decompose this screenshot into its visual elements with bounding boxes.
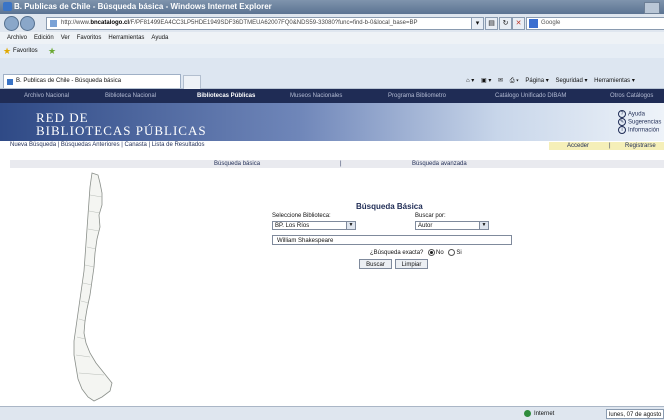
command-bar: ⌂ ▾ ▣ ▾ ✉ ⎙ ▾ Página ▾ Seguridad ▾ Herra… bbox=[466, 75, 640, 87]
query-input[interactable]: William Shakespeare bbox=[272, 235, 512, 245]
favorites-button[interactable]: Favoritos bbox=[13, 46, 38, 56]
suggestions-icon: ✎ bbox=[618, 118, 626, 126]
menu-herramientas[interactable]: Herramientas bbox=[108, 32, 144, 44]
zone-indicator: Internet bbox=[524, 410, 554, 418]
window-title: B. Publicas de Chile - Búsqueda básica -… bbox=[14, 2, 272, 11]
query-input-value: William Shakespeare bbox=[277, 238, 334, 244]
search-by-label: Buscar por: bbox=[415, 213, 446, 219]
web-page: Archivo Nacional Biblioteca Nacional Bib… bbox=[0, 89, 664, 406]
exact-search-options: ¿Búsqueda exacta? No Si bbox=[370, 249, 462, 257]
search-by-select-value: Autor bbox=[418, 223, 433, 229]
nav-biblioteca-nacional[interactable]: Biblioteca Nacional bbox=[105, 89, 156, 103]
dropdown-icon[interactable]: ▾ bbox=[471, 17, 484, 30]
stop-icon[interactable]: ✕ bbox=[512, 17, 525, 30]
chile-map-outline bbox=[73, 172, 113, 402]
browser-window: B. Publicas de Chile - Búsqueda básica -… bbox=[0, 0, 664, 420]
search-links[interactable]: Nueva Búsqueda | Búsquedas Anteriores | … bbox=[10, 141, 204, 150]
exact-yes-radio[interactable] bbox=[448, 249, 456, 256]
tab-advanced-search[interactable]: Búsqueda avanzada bbox=[412, 160, 467, 168]
search-placeholder: Google bbox=[541, 20, 561, 26]
menu-ayuda[interactable]: Ayuda bbox=[151, 32, 168, 44]
google-icon bbox=[529, 19, 538, 28]
add-favorite-icon[interactable]: ★ bbox=[48, 46, 56, 56]
tools-menu[interactable]: Herramientas ▾ bbox=[594, 78, 635, 84]
banner-line-2: BIBLIOTECAS PÚBLICAS bbox=[36, 123, 207, 138]
menu-archivo[interactable]: Archivo bbox=[7, 32, 27, 44]
minimize-button[interactable] bbox=[644, 2, 660, 14]
library-label: Seleccione Biblioteca: bbox=[272, 213, 331, 219]
title-bar: B. Publicas de Chile - Búsqueda básica -… bbox=[0, 0, 664, 14]
clear-button[interactable]: Limpiar bbox=[395, 259, 428, 269]
taskbar-date: lunes, 07 de agosto bbox=[606, 409, 664, 419]
suggestions-label: Sugerencias bbox=[628, 119, 662, 126]
tab-row: B. Publicas de Chile - Búsqueda básica ⌂… bbox=[0, 58, 664, 89]
back-arrow-icon[interactable] bbox=[4, 16, 19, 31]
exact-yes-label: Si bbox=[456, 250, 462, 257]
menu-edicion[interactable]: Edición bbox=[34, 32, 54, 44]
mail-icon[interactable]: ✉ bbox=[498, 78, 503, 84]
refresh-icon[interactable]: ↻ bbox=[499, 17, 512, 30]
search-input[interactable]: Google bbox=[526, 17, 664, 30]
info-label: Información bbox=[628, 127, 660, 134]
exact-no-label: No bbox=[436, 250, 444, 257]
login-link[interactable]: Acceder bbox=[567, 142, 589, 150]
search-button[interactable]: Buscar bbox=[359, 259, 392, 269]
menu-favoritos[interactable]: Favoritos bbox=[77, 32, 102, 44]
page-icon bbox=[50, 20, 57, 27]
chevron-down-icon: ▼ bbox=[346, 222, 355, 229]
chile-map-image bbox=[73, 172, 113, 402]
tab-busqueda-basica[interactable]: B. Publicas de Chile - Búsqueda básica bbox=[3, 74, 181, 88]
nav-bibliotecas-publicas[interactable]: Bibliotecas Públicas bbox=[197, 89, 255, 103]
address-path: /F/PF81499EA4CC3LP5HDE1949SDF36DTMEUA620… bbox=[129, 20, 418, 26]
print-icon[interactable]: ⎙ ▾ bbox=[510, 78, 519, 84]
feeds-icon[interactable]: ▣ ▾ bbox=[481, 78, 491, 84]
search-by-select[interactable]: Autor ▼ bbox=[415, 221, 489, 230]
library-select-value: BP. Los Ríos bbox=[275, 223, 310, 229]
nav-otros-catalogos[interactable]: Otros Catálogos bbox=[610, 89, 653, 103]
safety-menu[interactable]: Seguridad ▾ bbox=[555, 78, 587, 84]
nav-museos-nacionales[interactable]: Museos Nacionales bbox=[290, 89, 342, 103]
search-mode-bar: Búsqueda básica | Búsqueda avanzada bbox=[10, 160, 664, 168]
forward-arrow-icon[interactable] bbox=[20, 16, 35, 31]
tab-basic-search[interactable]: Búsqueda básica bbox=[214, 160, 260, 168]
tab-favicon bbox=[7, 79, 13, 85]
help-icon: ? bbox=[618, 110, 626, 118]
account-bar: Acceder | Registrarse bbox=[549, 142, 664, 150]
site-nav: Archivo Nacional Biblioteca Nacional Bib… bbox=[0, 89, 664, 103]
mode-separator: | bbox=[340, 161, 342, 167]
site-banner: RED DE BIBLIOTECAS PÚBLICAS ? Ayuda ✎ Suge… bbox=[0, 103, 664, 141]
tab-label: B. Publicas de Chile - Búsqueda básica bbox=[16, 78, 122, 84]
address-prefix: http://www. bbox=[61, 20, 91, 26]
page-menu[interactable]: Página ▾ bbox=[525, 78, 548, 84]
nav-catalogo-unificado[interactable]: Catálogo Unificado DIBAM bbox=[495, 89, 566, 103]
favorites-bar: ★ Favoritos ★ bbox=[0, 44, 664, 59]
register-link[interactable]: Registrarse bbox=[625, 142, 656, 150]
compatibility-icon[interactable]: ▤ bbox=[485, 17, 498, 30]
ie-icon bbox=[3, 2, 12, 11]
exact-label: ¿Búsqueda exacta? bbox=[370, 250, 424, 257]
account-separator: | bbox=[609, 143, 611, 149]
nav-programa-bibliometro[interactable]: Programa Bibliometro bbox=[388, 89, 446, 103]
menu-ver[interactable]: Ver bbox=[61, 32, 70, 44]
info-link[interactable]: i Información bbox=[618, 126, 659, 135]
chevron-down-icon: ▼ bbox=[479, 222, 488, 229]
new-tab-button[interactable] bbox=[183, 75, 201, 89]
exact-no-radio[interactable] bbox=[428, 249, 436, 256]
info-icon: i bbox=[618, 126, 626, 134]
favorites-star-icon[interactable]: ★ bbox=[3, 46, 11, 56]
globe-icon bbox=[524, 410, 531, 417]
help-label: Ayuda bbox=[628, 111, 645, 118]
address-row: http://www.bncatalogo.cl/F/PF81499EA4CC3… bbox=[0, 14, 664, 32]
address-domain: bncatalogo.cl bbox=[90, 20, 130, 26]
status-bar: Internet lunes, 07 de agosto bbox=[0, 406, 664, 420]
library-select[interactable]: BP. Los Ríos ▼ bbox=[272, 221, 356, 230]
nav-archivo-nacional[interactable]: Archivo Nacional bbox=[24, 89, 69, 103]
home-icon[interactable]: ⌂ ▾ bbox=[466, 78, 474, 84]
zone-label: Internet bbox=[534, 411, 555, 418]
address-bar[interactable]: http://www.bncatalogo.cl/F/PF81499EA4CC3… bbox=[46, 17, 482, 30]
form-title: Búsqueda Básica bbox=[356, 202, 423, 211]
